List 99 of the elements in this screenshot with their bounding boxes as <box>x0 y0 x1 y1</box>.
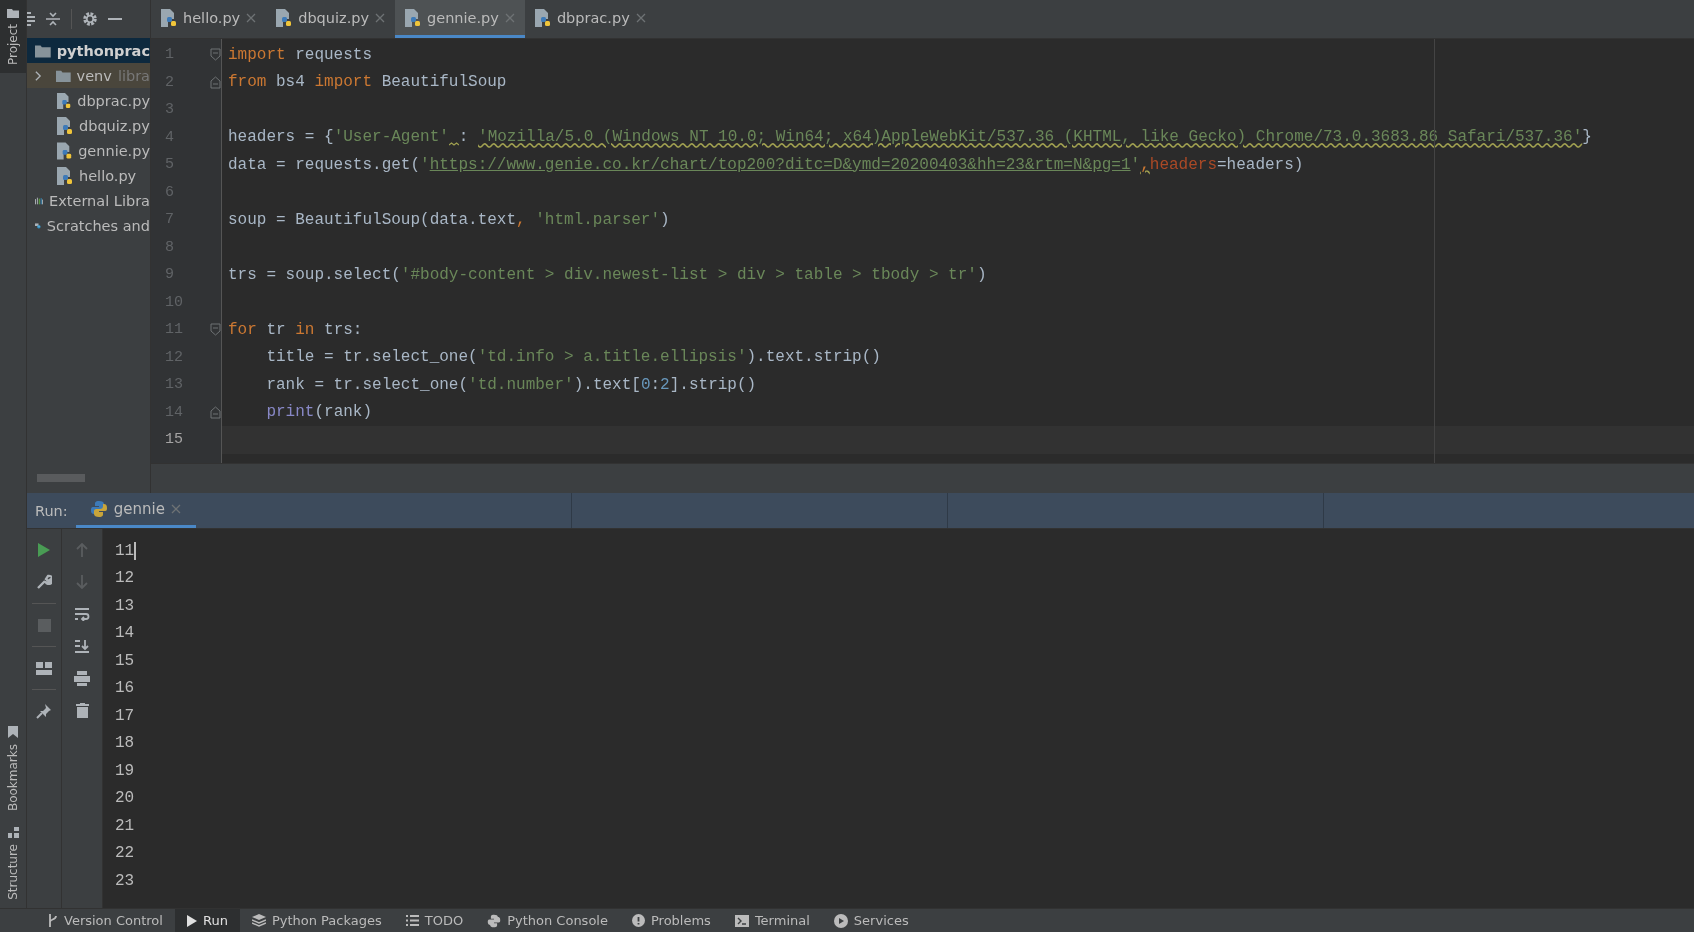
tree-label: External Libra <box>49 192 150 209</box>
tool-window-button[interactable]: Version Control <box>36 909 175 932</box>
tab-label: dbprac.py <box>556 9 630 26</box>
tool-window-tab[interactable]: Bookmarks <box>0 718 26 820</box>
code-line: from bs4 import BeautifulSoup <box>227 73 507 92</box>
output-line: 15 <box>115 651 135 670</box>
close-icon[interactable] <box>635 12 646 23</box>
output-line: 11 <box>115 541 135 560</box>
python-icon <box>487 913 502 928</box>
bookmark-icon <box>8 726 18 739</box>
tree-label: Scratches and <box>46 217 150 234</box>
editor-tab[interactable]: hello.py <box>151 0 267 38</box>
run-label: Run: <box>34 501 69 521</box>
tab-label: dbquiz.py <box>298 9 370 26</box>
python-file-icon <box>276 8 293 27</box>
fold-icon[interactable] <box>210 75 221 89</box>
output-line: 13 <box>115 596 135 615</box>
scrollbar-thumb[interactable] <box>37 473 85 482</box>
folder-icon <box>55 68 71 83</box>
code-line: import requests <box>227 45 373 64</box>
run-icon <box>186 914 197 927</box>
editor-tab[interactable]: gennie.py <box>395 0 525 38</box>
chevron-icon[interactable] <box>35 69 42 82</box>
tree-item[interactable]: dbquiz.py <box>27 113 150 138</box>
tree-item[interactable]: Scratches and <box>27 213 150 238</box>
code-line: title = tr.select_one('td.info > a.title.ellipsis').text.strip() <box>265 348 881 367</box>
tool-window-button[interactable]: TODO <box>393 909 476 932</box>
close-icon[interactable] <box>170 504 181 514</box>
tree-label: pythonprac <box>56 42 150 59</box>
fold-icon[interactable] <box>210 405 221 419</box>
list-icon <box>405 915 419 926</box>
services-icon <box>833 913 848 928</box>
tree-label: gennie.py <box>78 142 150 159</box>
warning-icon <box>631 914 645 927</box>
output-line: 16 <box>115 679 135 698</box>
output-line: 23 <box>115 871 135 890</box>
close-icon[interactable] <box>504 12 515 23</box>
fold-icon[interactable] <box>210 323 221 337</box>
tool-window-button[interactable]: Problems <box>619 909 723 932</box>
code-line: trs = soup.select('#body-content > div.newest-list > div > table > tbody > tr') <box>227 265 987 284</box>
python-file-icon <box>534 8 551 27</box>
code-line: rank = tr.select_one('td.number').text[0:2].strip() <box>265 375 757 394</box>
tree-label: dbquiz.py <box>79 117 150 134</box>
output-line: 14 <box>115 624 135 643</box>
python-icon <box>89 500 108 518</box>
folder-icon <box>35 43 51 58</box>
run-tab-label: gennie <box>113 500 165 518</box>
line-number: 15 <box>164 431 184 449</box>
python-file-icon <box>57 116 73 135</box>
layers-icon <box>251 914 266 927</box>
code-line: for tr in trs: <box>227 320 363 339</box>
output-line: 12 <box>115 569 135 588</box>
tool-window-tab[interactable]: Project <box>0 0 26 74</box>
tree-item[interactable]: gennie.py <box>27 138 150 163</box>
tab-label: hello.py <box>183 9 241 26</box>
structure-icon <box>7 827 19 839</box>
tool-window-tab[interactable]: Structure <box>0 819 26 908</box>
folder-icon <box>7 8 19 18</box>
tree-item[interactable]: hello.py <box>27 163 150 188</box>
editor-tab[interactable]: dbprac.py <box>524 0 656 38</box>
tree-item[interactable]: External Libra <box>27 188 150 213</box>
output-line: 21 <box>115 816 135 835</box>
tree-label: hello.py <box>79 167 137 184</box>
code-line: soup = BeautifulSoup(data.text, 'html.parser') <box>227 210 670 229</box>
text-caret <box>134 541 137 560</box>
editor-tab[interactable]: dbquiz.py <box>266 0 396 38</box>
tree-item[interactable]: dbprac.py <box>27 88 150 113</box>
close-icon[interactable] <box>246 12 257 23</box>
tree-label: dbprac.py <box>77 92 150 109</box>
output-line: 20 <box>115 789 135 808</box>
tool-window-button[interactable]: Terminal <box>722 909 822 932</box>
tool-window-button[interactable]: Python Console <box>475 909 620 932</box>
tool-window-button[interactable]: Run <box>174 909 240 932</box>
tree-note: libra <box>117 67 150 84</box>
close-icon[interactable] <box>375 12 386 23</box>
fold-icon[interactable] <box>210 48 221 62</box>
output-line: 17 <box>115 706 135 725</box>
python-file-icon <box>57 91 72 110</box>
output-line: 19 <box>115 761 135 780</box>
python-file-icon <box>405 8 422 27</box>
tool-window-button[interactable]: Python Packages <box>239 909 394 932</box>
terminal-icon <box>734 914 749 927</box>
tree-item[interactable]: pythonprac <box>27 38 150 63</box>
tree-item[interactable]: venv libra <box>27 63 150 88</box>
python-file-icon <box>57 141 73 160</box>
python-file-icon <box>57 166 73 185</box>
tab-label: gennie.py <box>427 9 499 26</box>
code-line: headers = {'User-Agent' : 'Mozilla/5.0 (Windows NT 10.0; Win64; x64)AppleWebKit/537.36 (KHTML, like Gecko) Chrome/73.0.3683.86 Safari/537.36'} <box>227 128 1592 147</box>
code-line: print(rank) <box>265 403 373 422</box>
branch-icon <box>48 914 58 927</box>
minimize-icon[interactable] <box>108 17 122 21</box>
output-line: 18 <box>115 734 135 753</box>
output-line: 22 <box>115 844 135 863</box>
python-file-icon <box>161 8 177 27</box>
tree-label: venv <box>76 67 112 84</box>
code-line: data = requests.get('https://www.genie.co.kr/chart/top200?ditc=D&ymd=20200403&hh=23&rtm=N&pg=1',headers=headers) <box>227 155 1304 174</box>
tool-window-button[interactable]: Services <box>821 909 921 932</box>
settings-icon[interactable] <box>82 11 98 27</box>
collapse-all-icon[interactable] <box>45 11 61 27</box>
